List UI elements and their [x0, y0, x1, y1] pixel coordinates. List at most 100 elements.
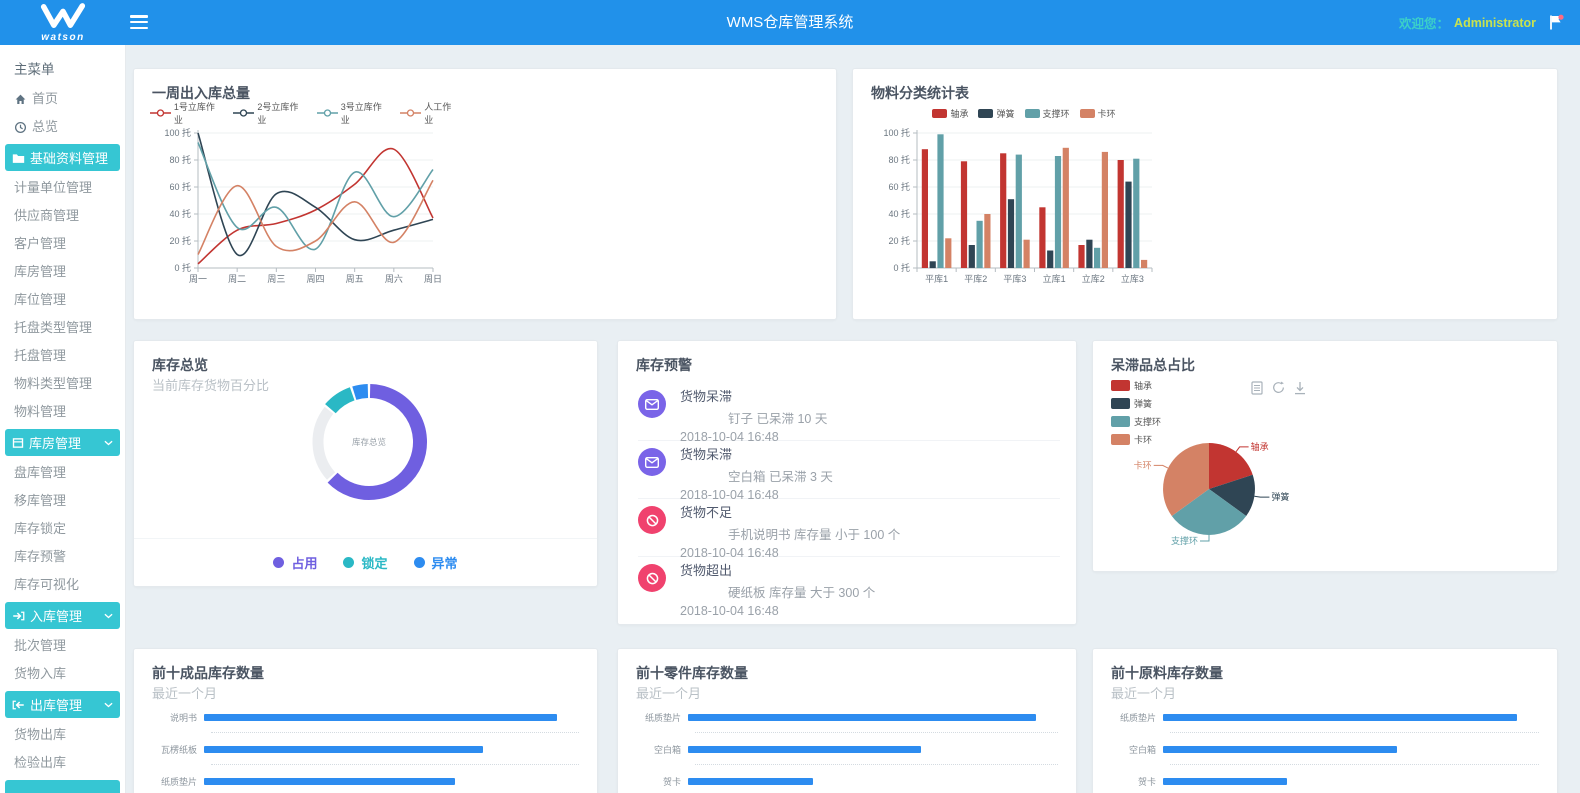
svg-text:周日: 周日: [424, 274, 442, 284]
legend-item-占用[interactable]: 占用: [273, 553, 317, 572]
hbar-row: 纸质垫片: [1107, 711, 1543, 723]
legend-item-弹簧[interactable]: 弹簧: [1111, 397, 1161, 410]
sidebar-item-首页[interactable]: 首页: [0, 85, 125, 113]
card-subtitle: 当前库存货物百分比: [152, 375, 269, 394]
sidebar-item-总览[interactable]: 总览: [0, 113, 125, 141]
legend-item-锁定[interactable]: 锁定: [343, 553, 387, 572]
sidebar-group-partial[interactable]: [5, 780, 120, 793]
sidebar-item-label: 库存锁定: [14, 515, 66, 543]
legend-item-异常[interactable]: 异常: [414, 553, 458, 572]
svg-text:支撑环: 支撑环: [1171, 535, 1198, 546]
material-bar-chart: 轴承弹簧支撑环卡环0 托20 托40 托60 托80 托100 托平库1平库2平…: [869, 105, 1179, 300]
hbar-row: 贺卡: [632, 775, 1062, 787]
welcome-label: 欢迎您：: [1399, 13, 1449, 32]
hbar-label: 空白箱: [632, 743, 688, 756]
chevron-down-icon: [104, 702, 113, 708]
username[interactable]: Administrator: [1454, 16, 1536, 30]
sidebar-group-出库管理[interactable]: 出库管理: [5, 691, 120, 718]
sidebar-group-label: 库房管理: [29, 433, 81, 452]
sidebar-item-label: 库房管理: [14, 258, 66, 286]
sidebar-item-label: 检验出库: [14, 749, 66, 777]
alert-item[interactable]: 货物呆滞空白箱 已呆滞 3 天2018-10-04 16:48: [638, 441, 1060, 499]
hbar-label: 纸质垫片: [148, 775, 204, 788]
sidebar-item-物料类型管理[interactable]: 物料类型管理: [0, 370, 125, 398]
sidebar-section-label: 主菜单: [0, 45, 125, 85]
sidebar-item-检验出库[interactable]: 检验出库: [0, 749, 125, 777]
stagnant-pie-chart: 轴承弹簧支撑环卡环: [1121, 431, 1381, 566]
sidebar-item-label: 库存预警: [14, 543, 66, 571]
svg-text:平库2: 平库2: [964, 273, 987, 284]
hbar-gridline: [1170, 723, 1539, 733]
sidebar-item-label: 计量单位管理: [14, 174, 92, 202]
sidebar-item-托盘类型管理[interactable]: 托盘类型管理: [0, 314, 125, 342]
card-top-raw: 前十原料库存数量 最近一个月 纸质垫片空白箱贺卡说明书: [1092, 648, 1558, 793]
sidebar-item-label: 物料管理: [14, 398, 66, 426]
hbar-bar: [688, 778, 813, 785]
alert-description: 硬纸板 库存量 大于 300 个: [680, 582, 1060, 601]
sidebar-item-供应商管理[interactable]: 供应商管理: [0, 202, 125, 230]
svg-text:20 托: 20 托: [169, 235, 191, 246]
sidebar-item-label: 库位管理: [14, 286, 66, 314]
sidebar-item-物料管理[interactable]: 物料管理: [0, 398, 125, 426]
sidebar-item-label: 库存可视化: [14, 571, 79, 599]
flag-notification-icon[interactable]: [1548, 14, 1564, 30]
sidebar-item-label: 盘库管理: [14, 459, 66, 487]
chart-legend: 1号立库作业2号立库作业3号立库作业人工作业: [150, 105, 460, 121]
legend-item-轴承[interactable]: 轴承: [932, 107, 968, 120]
legend-item-支撑环[interactable]: 支撑环: [1111, 415, 1161, 428]
hbar-label: 说明书: [148, 711, 204, 724]
download-icon[interactable]: [1294, 381, 1306, 395]
sidebar-item-库存锁定[interactable]: 库存锁定: [0, 515, 125, 543]
hbar-label: 空白箱: [1107, 743, 1163, 756]
card-title: 前十原料库存数量: [1111, 663, 1223, 683]
hbar-row: 空白箱: [1107, 743, 1543, 755]
sidebar-item-货物出库[interactable]: 货物出库: [0, 721, 125, 749]
sidebar-item-货物入库[interactable]: 货物入库: [0, 660, 125, 688]
legend-item-轴承[interactable]: 轴承: [1111, 379, 1161, 392]
sidebar-item-客户管理[interactable]: 客户管理: [0, 230, 125, 258]
sidebar-group-label: 基础资料管理: [30, 148, 108, 167]
sidebar-item-批次管理[interactable]: 批次管理: [0, 632, 125, 660]
chart-toolbar: [1251, 381, 1306, 395]
svg-text:80 托: 80 托: [888, 154, 910, 165]
sidebar-group-入库管理[interactable]: 入库管理: [5, 602, 120, 629]
sidebar-item-库房管理[interactable]: 库房管理: [0, 258, 125, 286]
svg-text:周四: 周四: [306, 274, 324, 284]
alert-item[interactable]: 货物呆滞钉子 已呆滞 10 天2018-10-04 16:48: [638, 383, 1060, 441]
hbar-row: 贺卡: [1107, 775, 1543, 787]
sidebar-group-库房管理[interactable]: 库房管理: [5, 429, 120, 456]
alert-description: 空白箱 已呆滞 3 天: [680, 466, 1060, 485]
svg-text:库存总览: 库存总览: [352, 437, 386, 447]
alert-item[interactable]: 货物不足手机说明书 库存量 小于 100 个2018-10-04 16:48: [638, 499, 1060, 557]
svg-text:平库1: 平库1: [925, 273, 948, 284]
app-title: WMS仓库管理系统: [0, 0, 1580, 45]
sidebar-item-移库管理[interactable]: 移库管理: [0, 487, 125, 515]
legend-item-支撑环[interactable]: 支撑环: [1025, 107, 1070, 120]
sidebar-group-基础资料管理[interactable]: 基础资料管理: [5, 144, 120, 171]
sidebar-item-库存预警[interactable]: 库存预警: [0, 543, 125, 571]
svg-text:20 托: 20 托: [888, 235, 910, 246]
refresh-icon[interactable]: [1272, 381, 1285, 395]
svg-text:60 托: 60 托: [888, 181, 910, 192]
sidebar-item-库存可视化[interactable]: 库存可视化: [0, 571, 125, 599]
hamburger-menu-icon[interactable]: [128, 13, 150, 31]
data-view-icon[interactable]: [1251, 381, 1263, 395]
sidebar-item-托盘管理[interactable]: 托盘管理: [0, 342, 125, 370]
alert-description: 钉子 已呆滞 10 天: [680, 408, 1060, 427]
svg-text:周六: 周六: [385, 273, 403, 284]
alert-item[interactable]: 货物超出硬纸板 库存量 大于 300 个2018-10-04 16:48: [638, 557, 1060, 615]
svg-text:60 托: 60 托: [169, 181, 191, 192]
hbar-gridline: [1170, 787, 1539, 793]
legend-item-卡环[interactable]: 卡环: [1080, 107, 1116, 120]
hbar-gridline: [211, 755, 579, 765]
sidebar-item-计量单位管理[interactable]: 计量单位管理: [0, 174, 125, 202]
hbar-gridline: [695, 723, 1058, 733]
sidebar-item-库位管理[interactable]: 库位管理: [0, 286, 125, 314]
sidebar-item-label: 托盘管理: [14, 342, 66, 370]
legend-item-弹簧[interactable]: 弹簧: [978, 107, 1014, 120]
prohibit-icon: [638, 564, 666, 592]
envelope-icon: [638, 448, 666, 476]
brand-logo[interactable]: watson: [0, 0, 126, 45]
sidebar-item-盘库管理[interactable]: 盘库管理: [0, 459, 125, 487]
donut-legend: 占用 锁定 异常: [134, 538, 597, 586]
